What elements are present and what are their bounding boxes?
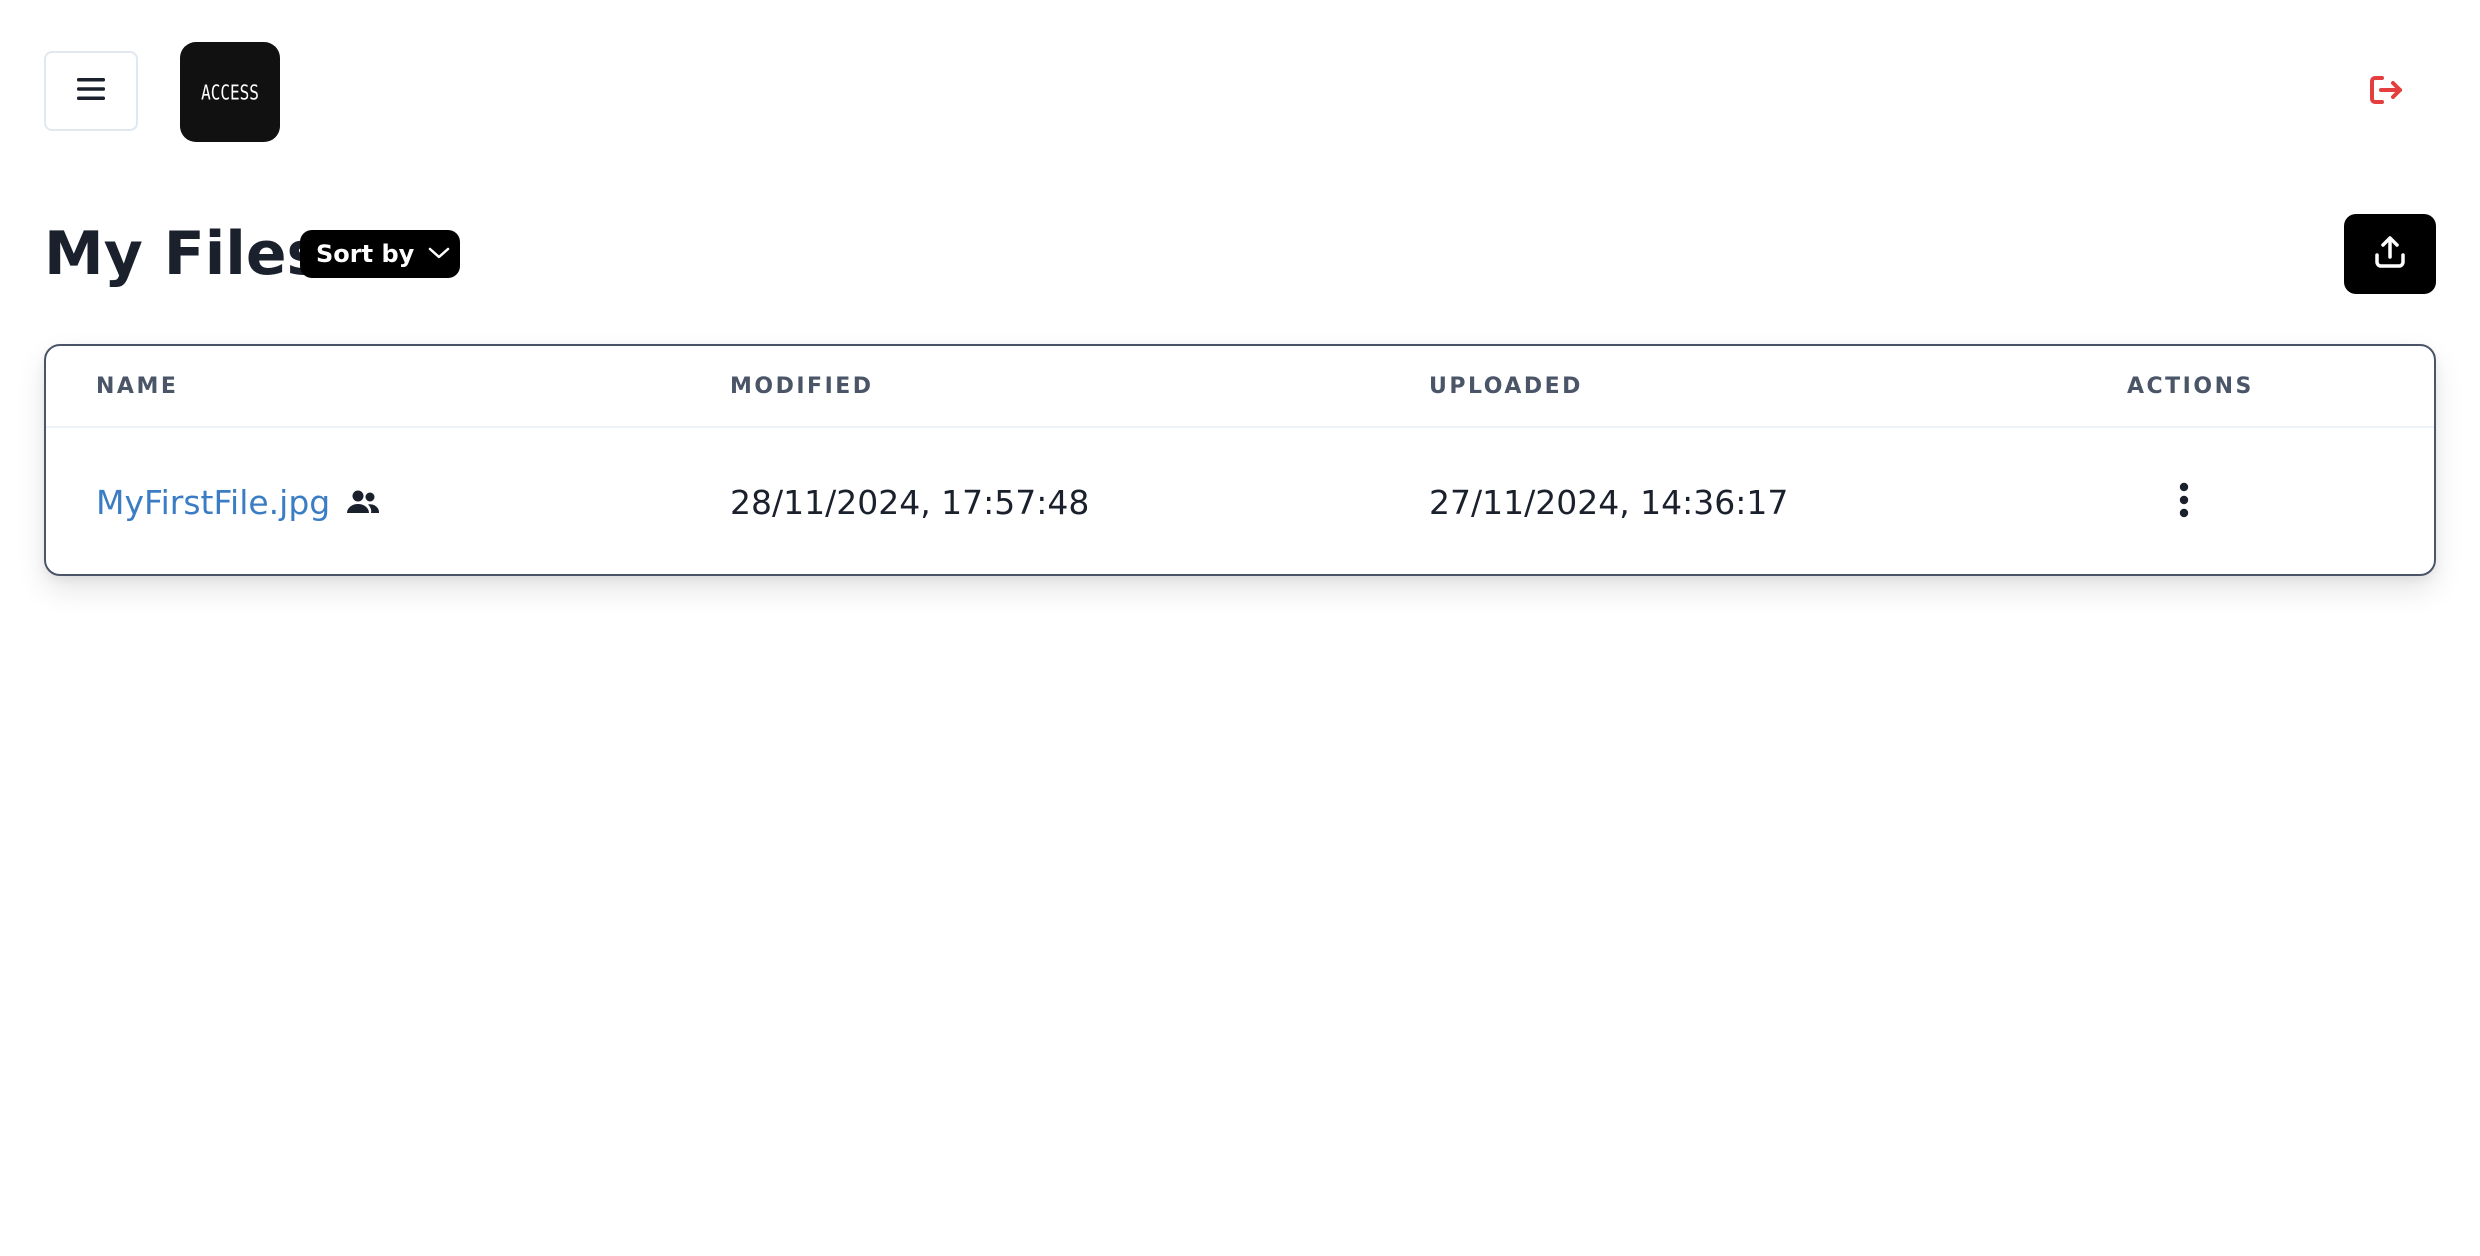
column-header-uploaded[interactable]: UPLOADED [1429, 374, 1583, 399]
logo-text: ACCESS [201, 80, 259, 104]
uploaded-cell: 27/11/2024, 14:36:17 [1429, 482, 1789, 522]
logout-icon [2369, 74, 2405, 110]
table-header: NAME MODIFIED UPLOADED ACTIONS [46, 346, 2434, 428]
files-table: NAME MODIFIED UPLOADED ACTIONS MyFirstFi… [44, 344, 2436, 576]
chevron-down-icon [428, 245, 450, 264]
file-name-cell: MyFirstFile.jpg [96, 428, 380, 574]
upload-icon [2374, 235, 2406, 273]
hamburger-menu-icon [76, 76, 106, 106]
logout-button[interactable] [2366, 73, 2408, 111]
upload-button[interactable] [2344, 214, 2436, 294]
column-header-name[interactable]: NAME [96, 374, 178, 399]
more-vertical-icon [2178, 482, 2190, 522]
users-icon [346, 489, 380, 515]
table-row: MyFirstFile.jpg 28/11/2024, 17:57:48 27/… [46, 428, 2434, 574]
sort-by-button[interactable]: Sort by [300, 230, 460, 278]
column-header-modified[interactable]: MODIFIED [730, 374, 874, 399]
menu-button[interactable] [44, 51, 138, 131]
file-name-link[interactable]: MyFirstFile.jpg [96, 483, 330, 522]
app-logo[interactable]: ACCESS [180, 42, 280, 142]
page-title: My Files [44, 219, 323, 289]
row-actions-button[interactable] [2164, 474, 2204, 530]
modified-cell: 28/11/2024, 17:57:48 [730, 482, 1090, 522]
sort-by-label: Sort by [316, 240, 415, 268]
top-bar: ACCESS [0, 0, 2480, 170]
column-header-actions: ACTIONS [2127, 374, 2254, 399]
